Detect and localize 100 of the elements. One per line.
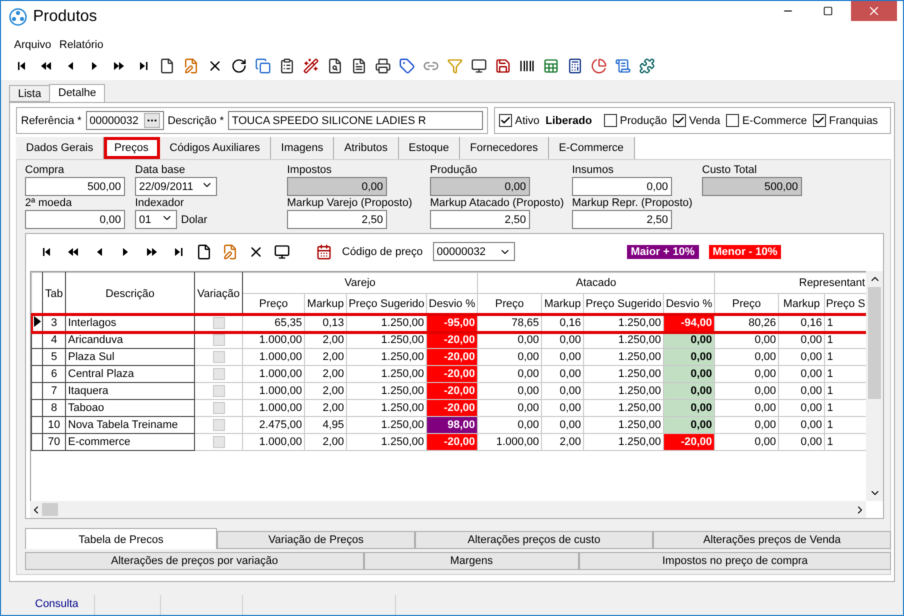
- table-cell: 1.250,00: [584, 434, 664, 451]
- vertical-scrollbar[interactable]: [866, 271, 883, 502]
- reference-field[interactable]: 00000032: [86, 111, 164, 130]
- edit-document-icon[interactable]: [222, 244, 238, 260]
- document-search-icon[interactable]: [327, 58, 343, 74]
- column-header[interactable]: Preço Sugerido: [584, 294, 664, 315]
- spreadsheet-icon[interactable]: [543, 58, 559, 74]
- tab[interactable]: Variação de Preços: [217, 531, 415, 549]
- table-row[interactable]: 7 Itaquera 1.000,00 2,00 1.250,00 -20,00 0,00 0,00 1.250,00 0,00 0,00 0,00 1: [32, 382, 866, 400]
- monitor-icon[interactable]: [274, 244, 290, 260]
- calculator-icon[interactable]: [567, 58, 583, 74]
- column-header[interactable]: Desvio %: [664, 294, 715, 315]
- save-icon[interactable]: [495, 58, 511, 74]
- table-row[interactable]: 4 Aricanduva 1.000,00 2,00 1.250,00 -20,00 0,00 0,00 1.250,00 0,00 0,00 0,00 1: [32, 332, 866, 349]
- tab[interactable]: E-Commerce: [548, 137, 635, 159]
- tag-icon[interactable]: [399, 58, 415, 74]
- menu-item[interactable]: Arquivo: [14, 39, 52, 51]
- tab[interactable]: Estoque: [398, 137, 460, 159]
- table-row[interactable]: 8 Taboao 1.000,00 2,00 1.250,00 -20,00 0,00 0,00 1.250,00 0,00 0,00 0,00 1: [32, 400, 866, 417]
- close-button[interactable]: [851, 1, 897, 21]
- table-row[interactable]: 5 Plaza Sul 1.000,00 2,00 1.250,00 -20,00 0,00 0,00 1.250,00 0,00 0,00 0,00 1: [32, 348, 866, 366]
- tab[interactable]: Códigos Auxiliares: [160, 137, 272, 159]
- tab[interactable]: Preços: [104, 137, 160, 159]
- select-field[interactable]: 01: [135, 210, 177, 229]
- checkbox[interactable]: Franquias: [813, 114, 878, 127]
- table-cell: 0,00: [714, 348, 779, 366]
- copy-icon[interactable]: [255, 58, 271, 74]
- tab[interactable]: Fornecedores: [460, 137, 549, 159]
- legend-badge: Maior + 10%: [626, 244, 699, 259]
- input-field[interactable]: 2,50: [572, 210, 672, 229]
- tab[interactable]: Margens: [364, 552, 579, 570]
- filter-icon[interactable]: [447, 58, 463, 74]
- checkbox[interactable]: Ativo: [499, 114, 540, 127]
- table-cell: 0,00: [478, 332, 542, 349]
- field-label: Indexador: [135, 197, 185, 209]
- checkbox[interactable]: E-Commerce: [726, 114, 808, 127]
- refresh-icon[interactable]: [231, 58, 247, 74]
- checkbox[interactable]: Produção: [604, 114, 668, 127]
- input-field[interactable]: 2,50: [430, 210, 530, 229]
- column-header[interactable]: Descrição: [66, 272, 194, 315]
- barcode-icon[interactable]: [519, 58, 535, 74]
- tab[interactable]: Imagens: [271, 137, 334, 159]
- wand-icon[interactable]: [303, 58, 319, 74]
- input-field[interactable]: 500,00: [25, 177, 125, 196]
- table-row[interactable]: 10 Nova Tabela Treiname 2.475,00 4,95 1.250,00 98,00 0,00 0,00 1.250,00 0,00 0,00 0,00 1: [32, 416, 866, 434]
- field-label: Insumos: [572, 164, 615, 176]
- input-field[interactable]: 0,00: [572, 177, 672, 196]
- edit-document-icon[interactable]: [183, 58, 199, 74]
- field-value: 2,50: [362, 214, 383, 226]
- tab[interactable]: Alterações preços de Venda: [653, 531, 891, 549]
- field-value: 0,00: [100, 214, 121, 226]
- table-row[interactable]: 3 Interlagos 65,35 0,13 1.250,00 -95,00 78,65 0,16 1.250,00 -94,00 80,26 0,16 1: [32, 314, 866, 332]
- new-document-icon[interactable]: [159, 58, 175, 74]
- tab[interactable]: Atributos: [334, 137, 399, 159]
- price-code-select[interactable]: 00000032: [432, 242, 515, 262]
- input-field[interactable]: 0,00: [25, 210, 125, 229]
- table-row[interactable]: 6 Central Plaza 1.000,00 2,00 1.250,00 -20,00 0,00 0,00 1.250,00 0,00 0,00 0,00 1: [32, 366, 866, 383]
- scrollbar-thumb[interactable]: [42, 503, 58, 516]
- table-cell: 1.250,00: [346, 348, 426, 366]
- column-header[interactable]: Preço Sugerido: [346, 294, 426, 315]
- document-icon[interactable]: [351, 58, 367, 74]
- clipboard-icon[interactable]: [279, 58, 295, 74]
- tab[interactable]: Lista: [9, 85, 50, 102]
- table-cell: 1.000,00: [242, 434, 304, 451]
- calendar-icon[interactable]: [316, 244, 332, 260]
- more-icon[interactable]: [144, 113, 160, 128]
- text-file-icon[interactable]: [615, 58, 631, 74]
- description-field[interactable]: TOUCA SPEEDO SILICONE LADIES R: [228, 111, 483, 130]
- tab[interactable]: Alterações de preços por variação: [25, 552, 364, 570]
- puzzle-icon[interactable]: [639, 58, 655, 74]
- table-row[interactable]: 70 E-commerce 1.000,00 2,00 1.250,00 -20,00 1.000,00 2,00 1.250,00 -20,00 0,00 0,00 1: [32, 434, 866, 451]
- input-field[interactable]: 2,50: [287, 210, 387, 229]
- date-field[interactable]: 22/09/2011: [135, 177, 217, 196]
- table-cell: 2,00: [304, 332, 346, 349]
- checkbox[interactable]: Venda: [673, 114, 720, 127]
- tab[interactable]: Alterações preços de custo: [415, 531, 653, 549]
- tab[interactable]: Detalhe: [49, 84, 106, 102]
- scrollbar-thumb[interactable]: [868, 287, 881, 400]
- row-pointer-icon: [34, 316, 40, 328]
- table-cell: 1.250,00: [346, 332, 426, 349]
- table-cell: 0,00: [778, 400, 825, 417]
- table-cell: 1.250,00: [346, 366, 426, 383]
- monitor-icon[interactable]: [471, 58, 487, 74]
- printer-icon[interactable]: [375, 58, 391, 74]
- field-label: Compra: [25, 164, 66, 176]
- tab[interactable]: Tabela de Precos: [25, 528, 217, 549]
- tab[interactable]: Impostos no preço de compra: [579, 552, 891, 570]
- column-header[interactable]: Desvio %: [426, 294, 478, 315]
- pie-chart-icon[interactable]: [591, 58, 607, 74]
- column-header[interactable]: Tab: [42, 272, 66, 315]
- horizontal-scrollbar[interactable]: [30, 501, 866, 518]
- tab[interactable]: Dados Gerais: [16, 137, 104, 159]
- new-document-icon[interactable]: [196, 244, 212, 260]
- table-cell: 0,00: [478, 400, 542, 417]
- deviation-cell: -20,00: [426, 400, 478, 417]
- table-cell: 6: [42, 366, 66, 383]
- table-cell: 0,00: [778, 434, 825, 451]
- field-value: 01: [139, 214, 152, 226]
- column-header[interactable]: Variação: [194, 272, 242, 315]
- menu-item[interactable]: Relatório: [59, 39, 104, 51]
